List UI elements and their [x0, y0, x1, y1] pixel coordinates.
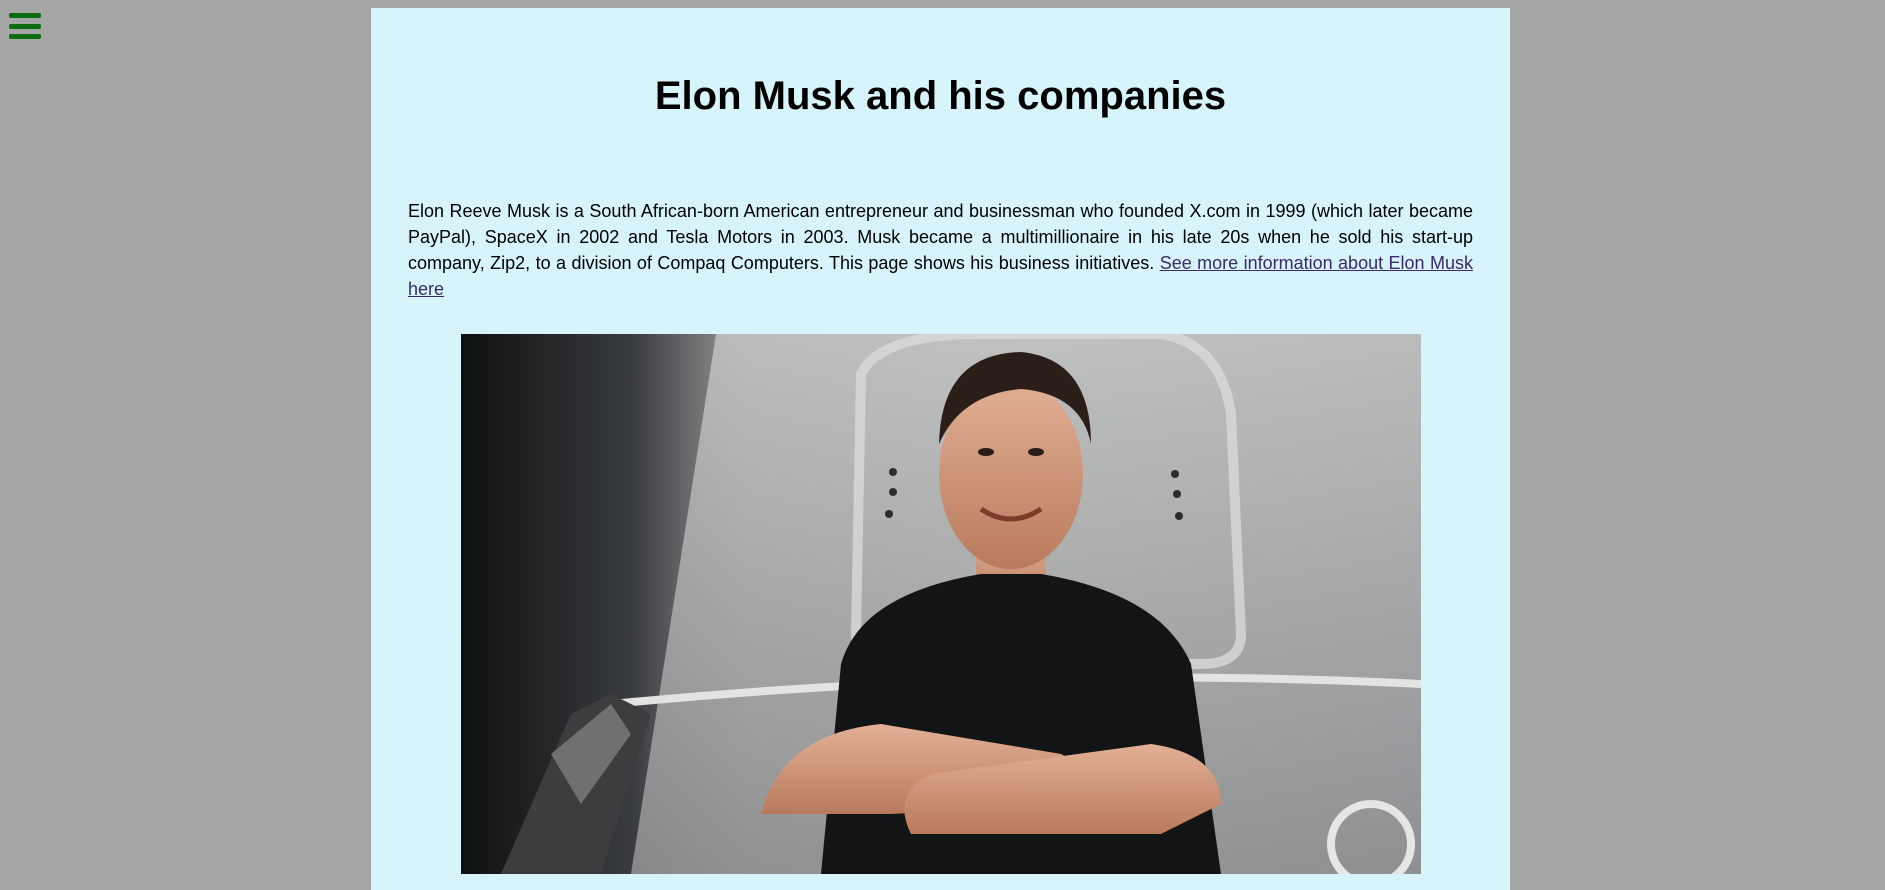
page-title: Elon Musk and his companies [654, 74, 1227, 118]
intro-paragraph: Elon Reeve Musk is a South African-born … [408, 198, 1473, 302]
hamburger-menu-button[interactable] [6, 10, 44, 42]
hamburger-menu-icon-bar [9, 34, 41, 39]
elon-musk-photo [461, 334, 1421, 874]
photo-illustration [461, 334, 1421, 874]
hamburger-menu-icon-bar [9, 23, 41, 29]
content-panel: Elon Musk and his companies Elon Reeve M… [371, 8, 1510, 890]
hamburger-menu-icon [9, 13, 41, 18]
